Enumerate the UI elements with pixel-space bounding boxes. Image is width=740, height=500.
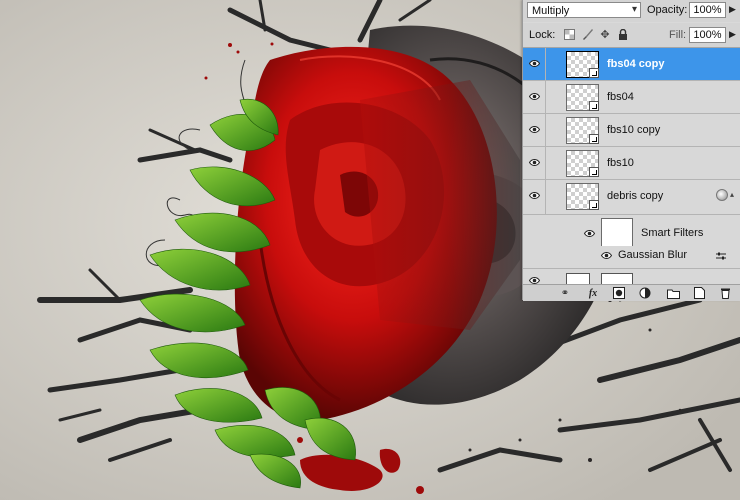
visibility-toggle[interactable]	[523, 147, 546, 179]
chevron-down-icon: ▾	[631, 4, 637, 15]
layer-thumbnail	[566, 183, 599, 210]
visibility-toggle[interactable]	[523, 48, 546, 80]
eye-icon[interactable]	[601, 251, 612, 260]
layer-row[interactable]: debris copy ▴	[523, 180, 740, 215]
layer-name: fbs10 copy	[607, 124, 661, 136]
layer-row[interactable]: fbs10 copy	[523, 114, 740, 147]
panel-bottom-toolbar: ⚭ fx	[523, 284, 740, 301]
visibility-toggle[interactable]	[523, 180, 546, 214]
fill-label: Fill:	[669, 29, 687, 41]
new-layer-icon[interactable]	[691, 286, 707, 300]
eye-icon[interactable]	[584, 229, 595, 238]
eye-icon	[529, 60, 540, 67]
smart-object-icon	[589, 200, 599, 210]
layer-name: debris copy	[607, 190, 664, 202]
visibility-toggle[interactable]	[523, 114, 546, 146]
eye-icon	[529, 126, 540, 133]
eye-icon	[529, 159, 540, 166]
layer-row[interactable]	[523, 268, 740, 284]
blend-mode-value: Multiply	[532, 5, 570, 17]
layer-name: fbs04 copy	[607, 58, 665, 70]
eye-icon	[529, 93, 540, 100]
smart-object-icon	[589, 167, 599, 177]
lock-transparent-icon[interactable]	[563, 28, 575, 40]
layer-thumbnail	[566, 51, 599, 78]
filter-name: Gaussian Blur	[618, 249, 688, 261]
visibility-toggle[interactable]	[523, 81, 546, 113]
opacity-input[interactable]: 100%	[689, 2, 726, 18]
move-icon[interactable]: ✥	[599, 28, 611, 41]
layer-thumbnail	[566, 150, 599, 177]
filter-mask-thumbnail	[601, 218, 633, 248]
layer-row[interactable]: fbs10	[523, 147, 740, 180]
filter-row[interactable]: Gaussian Blur	[523, 246, 740, 266]
layer-row[interactable]: fbs04	[523, 81, 740, 114]
layer-list: fbs04 copy fbs04 fbs10 copy fbs10 debris…	[523, 48, 740, 284]
lock-row: Lock: ✥ Fill: 100% ▶	[523, 23, 740, 48]
layer-thumbnail	[566, 117, 599, 144]
padlock-icon[interactable]	[617, 28, 629, 40]
half-circle-icon[interactable]	[637, 286, 653, 300]
opacity-slider-arrow-icon[interactable]: ▶	[729, 4, 736, 15]
opacity-label: Opacity:	[647, 4, 688, 16]
layer-mask-thumbnail	[601, 273, 633, 284]
eye-icon	[529, 277, 540, 284]
smart-object-icon	[589, 134, 599, 144]
eye-icon	[529, 192, 540, 199]
blending-options-icon[interactable]	[715, 251, 727, 261]
layer-thumbnail	[566, 84, 599, 111]
folder-icon[interactable]	[665, 286, 681, 300]
adjustment-layer-icon	[566, 273, 590, 284]
layer-name: fbs10	[607, 157, 634, 169]
blend-row: Multiply ▾ Opacity: 100% ▶	[523, 0, 740, 22]
trash-icon[interactable]	[717, 286, 733, 300]
smart-filters-label: Smart Filters	[641, 227, 704, 239]
brush-icon[interactable]	[582, 28, 594, 40]
smart-object-icon	[589, 101, 599, 111]
smart-filter-effects-icon[interactable]	[716, 189, 728, 201]
mask-icon[interactable]	[611, 286, 627, 300]
expand-caret-icon[interactable]: ▴	[730, 190, 734, 199]
blend-mode-select[interactable]: Multiply ▾	[527, 2, 641, 18]
fill-input[interactable]: 100%	[689, 27, 726, 43]
layer-row[interactable]: fbs04 copy	[523, 48, 740, 81]
layer-name: fbs04	[607, 91, 634, 103]
smart-object-icon	[589, 68, 599, 78]
link-icon[interactable]: ⚭	[557, 286, 573, 300]
fill-slider-arrow-icon[interactable]: ▶	[729, 29, 736, 40]
lock-label: Lock:	[529, 29, 556, 41]
fx-icon[interactable]: fx	[585, 286, 601, 300]
layers-panel: Multiply ▾ Opacity: 100% ▶ Lock: ✥ Fill:…	[522, 0, 740, 301]
